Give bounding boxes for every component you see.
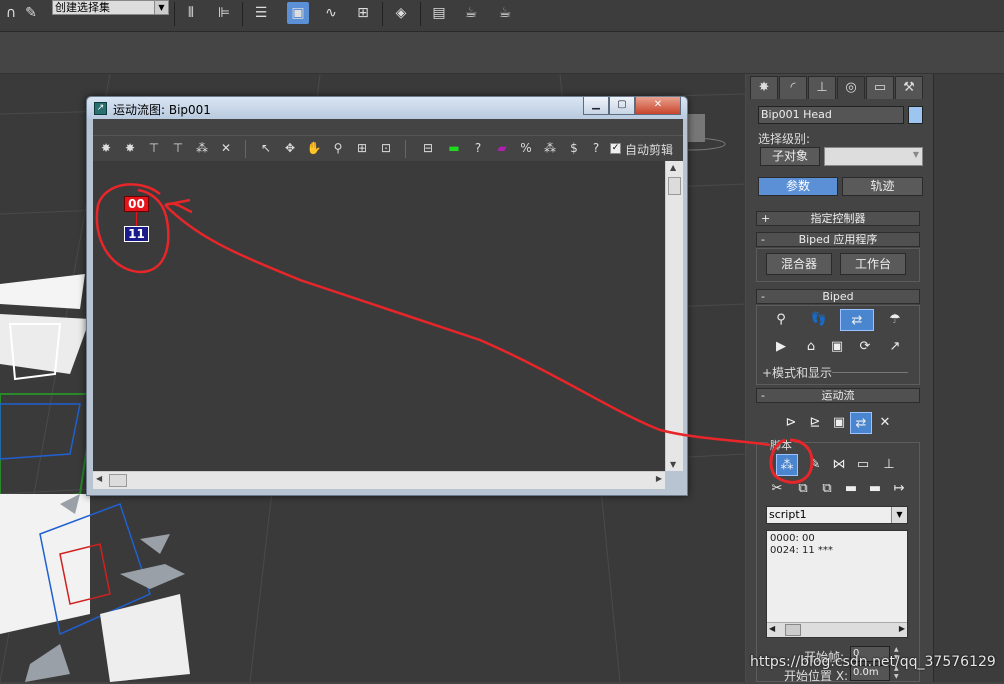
annotation-overlay [95,183,814,484]
watermark: https://blog.csdn.net/qq_37576129 [750,654,996,670]
